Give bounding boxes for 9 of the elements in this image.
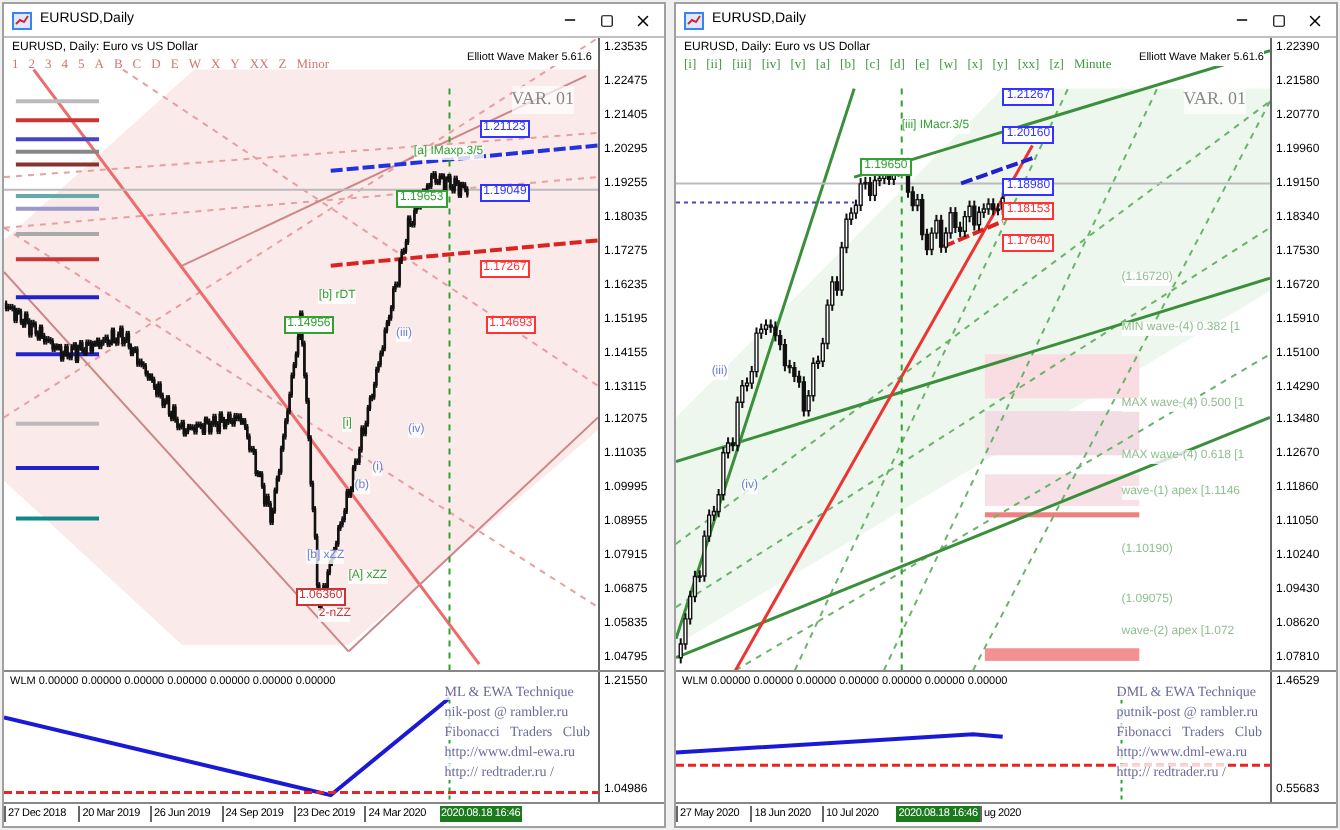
close-icon	[1305, 11, 1323, 29]
dashed-trend-line	[942, 219, 1004, 249]
chart-window-icon	[12, 11, 32, 29]
variant-label: VAR. 01	[511, 86, 574, 113]
close-icon	[633, 11, 651, 29]
maximize-icon	[1271, 13, 1285, 27]
variant-label: VAR. 01	[1183, 86, 1246, 113]
maximize-icon	[599, 13, 613, 27]
chart-window-icon	[684, 11, 704, 29]
